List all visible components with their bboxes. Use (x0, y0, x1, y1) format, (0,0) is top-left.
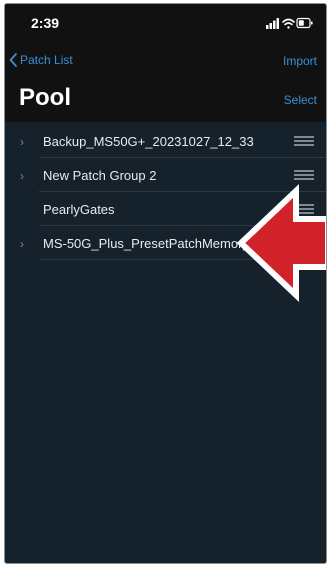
reorder-handle-icon[interactable] (294, 136, 314, 146)
import-button[interactable]: Import (283, 54, 317, 68)
list-item-label: PearlyGates (43, 202, 115, 217)
list-item-label: MS-50G_Plus_PresetPatchMemory (43, 236, 249, 251)
list-item-label: New Patch Group 2 (43, 168, 157, 183)
list-item[interactable]: › Backup_MS50G+_20231027_12_33 (5, 124, 326, 158)
battery-icon (296, 17, 313, 29)
reorder-handle-icon[interactable] (294, 170, 314, 180)
chevron-right-icon[interactable]: › (20, 237, 24, 251)
chevron-right-icon[interactable]: › (20, 169, 24, 183)
wifi-icon (282, 18, 295, 29)
cellular-signal-icon (266, 18, 279, 29)
back-button[interactable]: Patch List (9, 53, 73, 67)
page-title: Pool (19, 84, 71, 111)
select-button[interactable]: Select (284, 93, 317, 107)
chevron-right-icon[interactable]: › (20, 135, 24, 149)
phone-screen: 2:39 Patch List Import Pool Select › Bac… (4, 3, 327, 564)
list-item-label: Backup_MS50G+_20231027_12_33 (43, 134, 254, 149)
back-button-label: Patch List (20, 53, 73, 67)
status-time: 2:39 (31, 15, 60, 31)
chevron-left-icon (9, 53, 17, 67)
red-arrow-icon (236, 184, 326, 302)
status-icons (266, 17, 313, 29)
